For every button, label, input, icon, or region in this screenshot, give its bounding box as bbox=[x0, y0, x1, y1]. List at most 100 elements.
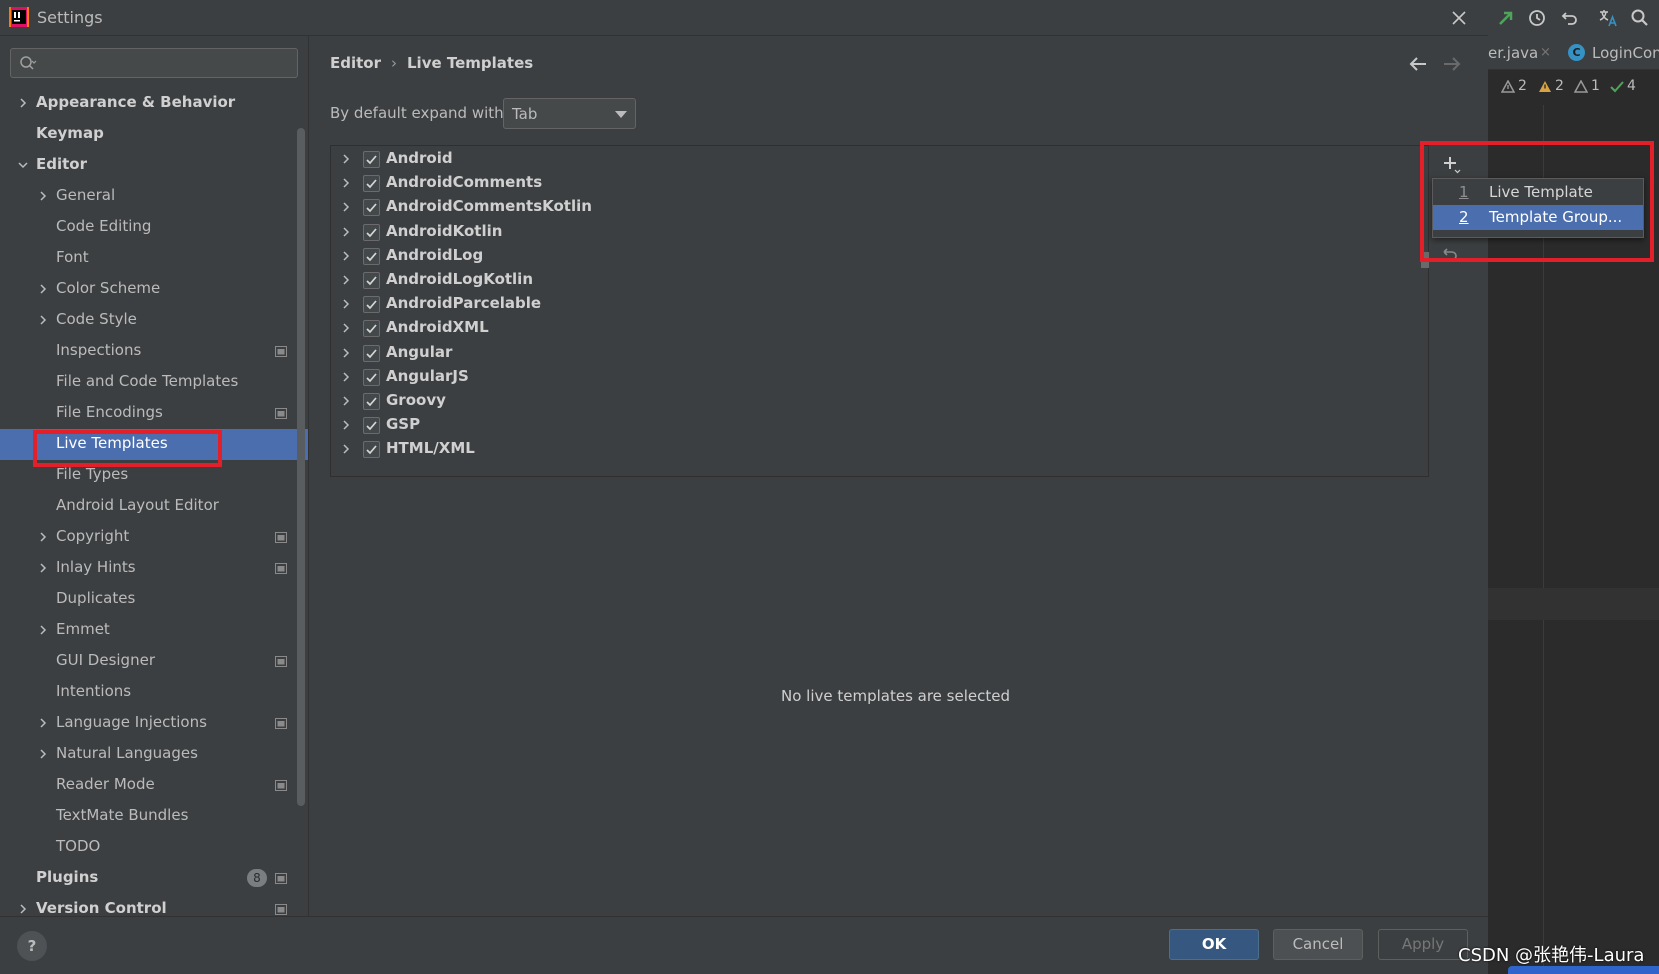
chevron-right-icon[interactable] bbox=[340, 153, 352, 165]
chevron-right-icon[interactable] bbox=[340, 250, 352, 262]
sidebar-item-version-control[interactable]: Version Control bbox=[0, 894, 308, 916]
chevron-right-icon[interactable] bbox=[37, 562, 49, 574]
forward-arrow-icon[interactable] bbox=[1442, 55, 1462, 73]
chevron-right-icon[interactable] bbox=[17, 903, 29, 915]
cancel-button[interactable]: Cancel bbox=[1273, 929, 1363, 960]
sidebar-item-inspections[interactable]: Inspections bbox=[0, 336, 308, 367]
template-group-checkbox[interactable] bbox=[363, 223, 380, 241]
chevron-right-icon[interactable] bbox=[37, 314, 49, 326]
sidebar-item-file-encodings[interactable]: File Encodings bbox=[0, 398, 308, 429]
chevron-right-icon[interactable] bbox=[340, 443, 352, 455]
sidebar-item-duplicates[interactable]: Duplicates bbox=[0, 584, 308, 615]
sidebar-item-copyright[interactable]: Copyright bbox=[0, 522, 308, 553]
sidebar-item-file-and-code-templates[interactable]: File and Code Templates bbox=[0, 367, 308, 398]
template-group-row[interactable]: AngularJS bbox=[331, 365, 1431, 390]
list-scrollbar[interactable] bbox=[1421, 252, 1429, 268]
template-group-row[interactable]: AndroidCommentsKotlin bbox=[331, 195, 1431, 220]
sidebar-item-natural-languages[interactable]: Natural Languages bbox=[0, 739, 308, 770]
template-group-row[interactable]: Groovy bbox=[331, 389, 1431, 414]
template-group-checkbox[interactable] bbox=[363, 417, 380, 435]
sidebar-item-font[interactable]: Font bbox=[0, 243, 308, 274]
sidebar-item-todo[interactable]: TODO bbox=[0, 832, 308, 863]
chevron-down-icon[interactable] bbox=[17, 159, 29, 171]
sidebar-item-appearance-behavior[interactable]: Appearance & Behavior bbox=[0, 88, 308, 119]
apply-button[interactable]: Apply bbox=[1378, 929, 1468, 960]
sidebar-item-textmate-bundles[interactable]: TextMate Bundles bbox=[0, 801, 308, 832]
chevron-right-icon[interactable] bbox=[37, 624, 49, 636]
breadcrumb-editor[interactable]: Editor bbox=[330, 54, 381, 72]
template-group-row[interactable]: AndroidLog bbox=[331, 244, 1431, 269]
chevron-right-icon[interactable] bbox=[37, 531, 49, 543]
sidebar-item-reader-mode[interactable]: Reader Mode bbox=[0, 770, 308, 801]
history-icon[interactable] bbox=[1527, 8, 1547, 28]
chevron-right-icon[interactable] bbox=[340, 347, 352, 359]
chevron-right-icon[interactable] bbox=[340, 177, 352, 189]
sidebar-item-editor[interactable]: Editor bbox=[0, 150, 308, 181]
menu-item-live-template[interactable]: 1 Live Template bbox=[1433, 180, 1643, 205]
search-everywhere-icon[interactable] bbox=[1630, 8, 1650, 28]
sidebar-item-file-types[interactable]: File Types bbox=[0, 460, 308, 491]
menu-item-template-group[interactable]: 2 Template Group... bbox=[1433, 205, 1643, 230]
sidebar-item-inlay-hints[interactable]: Inlay Hints bbox=[0, 553, 308, 584]
template-group-row[interactable]: GSP bbox=[331, 413, 1431, 438]
template-group-checkbox[interactable] bbox=[363, 247, 380, 265]
sidebar-item-intentions[interactable]: Intentions bbox=[0, 677, 308, 708]
chevron-right-icon[interactable] bbox=[340, 395, 352, 407]
template-group-row[interactable]: AndroidComments bbox=[331, 171, 1431, 196]
chevron-right-icon[interactable] bbox=[340, 274, 352, 286]
sidebar-item-language-injections[interactable]: Language Injections bbox=[0, 708, 308, 739]
editor-tab-login[interactable]: LoginCon bbox=[1592, 44, 1659, 62]
sidebar-scrollbar[interactable] bbox=[297, 128, 305, 806]
tab-close-icon[interactable]: × bbox=[1540, 45, 1551, 60]
chevron-right-icon[interactable] bbox=[340, 371, 352, 383]
template-group-checkbox[interactable] bbox=[363, 344, 380, 362]
chevron-right-icon[interactable] bbox=[340, 419, 352, 431]
template-group-row[interactable]: AndroidParcelable bbox=[331, 292, 1431, 317]
chevron-right-icon[interactable] bbox=[37, 717, 49, 729]
expand-with-dropdown[interactable]: Tab bbox=[503, 98, 636, 129]
translate-icon[interactable] bbox=[1598, 8, 1618, 28]
template-group-checkbox[interactable] bbox=[363, 441, 380, 459]
chevron-right-icon[interactable] bbox=[340, 201, 352, 213]
template-group-row[interactable]: AndroidLogKotlin bbox=[331, 268, 1431, 293]
sidebar-item-color-scheme[interactable]: Color Scheme bbox=[0, 274, 308, 305]
sidebar-item-keymap[interactable]: Keymap bbox=[0, 119, 308, 150]
template-group-checkbox[interactable] bbox=[363, 320, 380, 338]
template-group-checkbox[interactable] bbox=[363, 393, 380, 410]
sidebar-item-code-editing[interactable]: Code Editing bbox=[0, 212, 308, 243]
restore-icon[interactable] bbox=[1440, 246, 1460, 266]
template-group-row[interactable]: AndroidKotlin bbox=[331, 220, 1431, 245]
chevron-right-icon[interactable] bbox=[37, 283, 49, 295]
inspection-widget[interactable]: 2 2 1 4 bbox=[1488, 74, 1659, 102]
chevron-right-icon[interactable] bbox=[37, 190, 49, 202]
template-group-row[interactable]: HTML/XML bbox=[331, 437, 1431, 462]
template-group-checkbox[interactable] bbox=[363, 368, 380, 386]
template-group-checkbox[interactable] bbox=[363, 272, 380, 289]
chevron-right-icon[interactable] bbox=[340, 226, 352, 238]
chevron-right-icon[interactable] bbox=[340, 298, 352, 310]
rollback-icon[interactable] bbox=[1560, 8, 1580, 28]
sidebar-item-android-layout-editor[interactable]: Android Layout Editor bbox=[0, 491, 308, 522]
vcs-push-icon[interactable] bbox=[1496, 8, 1516, 28]
template-group-row[interactable]: Angular bbox=[331, 341, 1431, 366]
ok-button[interactable]: OK bbox=[1169, 929, 1259, 960]
settings-search[interactable] bbox=[10, 48, 298, 78]
template-group-checkbox[interactable] bbox=[363, 199, 380, 217]
chevron-right-icon[interactable] bbox=[37, 748, 49, 760]
sidebar-item-gui-designer[interactable]: GUI Designer bbox=[0, 646, 308, 677]
template-group-checkbox[interactable] bbox=[363, 175, 380, 193]
sidebar-item-general[interactable]: General bbox=[0, 181, 308, 212]
chevron-right-icon[interactable] bbox=[17, 97, 29, 109]
close-icon[interactable] bbox=[1448, 7, 1470, 29]
sidebar-item-emmet[interactable]: Emmet bbox=[0, 615, 308, 646]
add-icon[interactable] bbox=[1440, 153, 1462, 175]
search-input[interactable] bbox=[45, 53, 285, 73]
sidebar-item-plugins[interactable]: Plugins 8 bbox=[0, 863, 308, 894]
sidebar-item-code-style[interactable]: Code Style bbox=[0, 305, 308, 336]
back-arrow-icon[interactable] bbox=[1408, 55, 1428, 73]
editor-tab-java[interactable]: er.java bbox=[1488, 44, 1538, 62]
template-group-checkbox[interactable] bbox=[363, 296, 380, 314]
template-group-row[interactable]: AndroidXML bbox=[331, 316, 1431, 341]
chevron-right-icon[interactable] bbox=[340, 322, 352, 334]
sidebar-item-live-templates[interactable]: Live Templates bbox=[0, 429, 308, 460]
